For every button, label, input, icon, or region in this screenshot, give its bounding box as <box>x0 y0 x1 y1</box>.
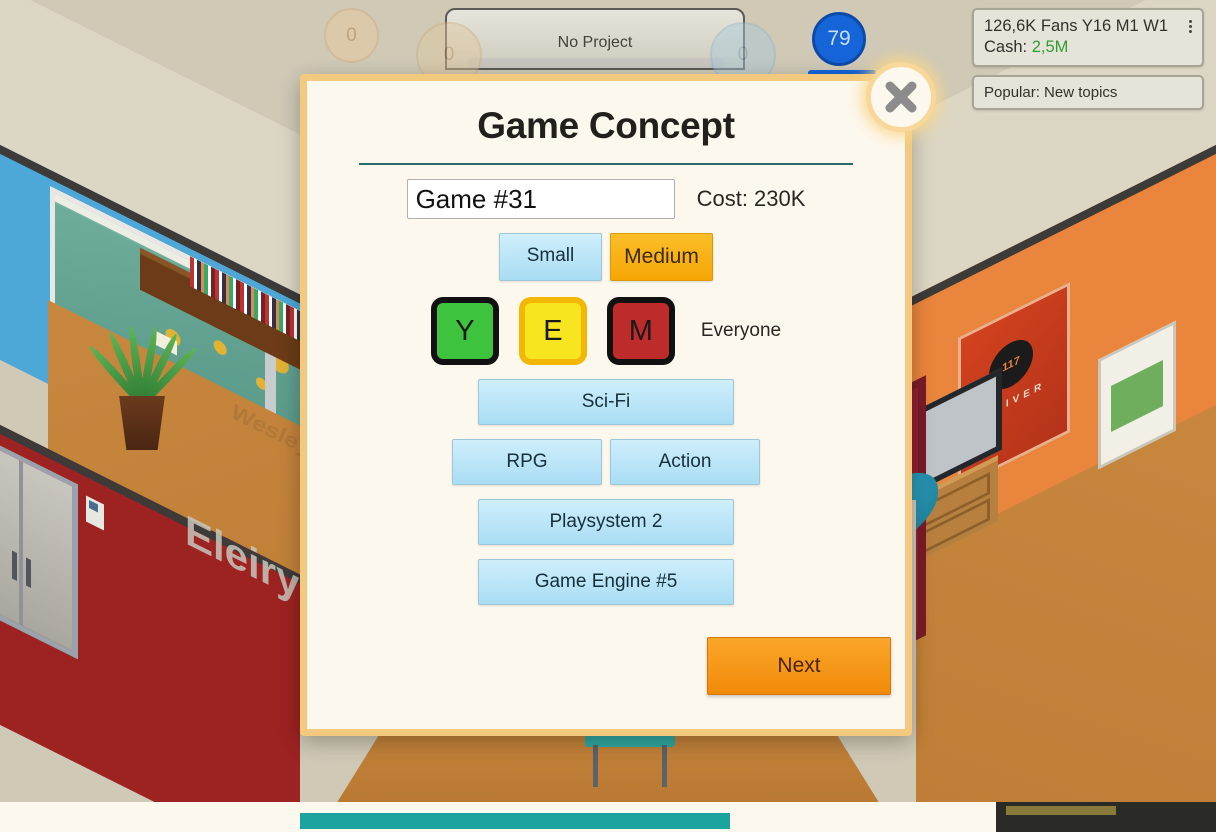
ghost-left-value: 0 <box>346 24 357 46</box>
hall-table <box>585 735 675 787</box>
size-option-medium[interactable]: Medium <box>610 233 713 281</box>
cash-line: Cash: 2,5M <box>984 38 1192 57</box>
game-concept-dialog: Game Concept Cost: 230K Small Medium Y E… <box>300 74 912 736</box>
stats-line: 126,6K Fans Y16 M1 W1 <box>984 17 1169 35</box>
close-dialog-button[interactable] <box>866 62 936 132</box>
genre-row: RPG Action <box>359 439 853 485</box>
ghost-mid-value: 0 <box>443 44 455 65</box>
potted-plant <box>86 300 200 450</box>
platform-button[interactable]: Playsystem 2 <box>478 499 734 545</box>
project-progress-bar <box>468 58 724 68</box>
score-badge-value: 79 <box>827 27 851 50</box>
name-and-cost-row: Cost: 230K <box>359 179 853 219</box>
score-badge[interactable]: 79 <box>812 12 866 66</box>
popular-line: Popular: New topics <box>984 84 1118 101</box>
cash-value: 2,5M <box>1031 38 1069 56</box>
ghost-right-value: 0 <box>737 44 749 65</box>
bottom-right-panel <box>996 802 1216 832</box>
rating-option-mature[interactable]: M <box>606 297 675 365</box>
hud-panel: 126,6K Fans Y16 M1 W1 Cash: 2,5M Popular… <box>972 8 1204 118</box>
size-option-small[interactable]: Small <box>499 233 602 281</box>
ghost-avatar-left: 0 <box>324 8 379 63</box>
game-screen: GOALS Wesley Eleiry <box>0 0 1216 832</box>
kebab-menu-icon[interactable] <box>1185 20 1192 33</box>
engine-row: Game Engine #5 <box>359 559 853 605</box>
platform-row: Playsystem 2 <box>359 499 853 545</box>
bottom-teal-object <box>300 813 730 829</box>
rating-option-young[interactable]: Y <box>430 297 499 365</box>
stats-box: 126,6K Fans Y16 M1 W1 Cash: 2,5M <box>972 8 1204 67</box>
age-rating-row: Y E M Everyone <box>359 297 853 365</box>
rating-option-everyone[interactable]: E <box>518 297 587 365</box>
engine-button[interactable]: Game Engine #5 <box>478 559 734 605</box>
cash-label: Cash: <box>984 38 1028 56</box>
next-button[interactable]: Next <box>707 637 891 695</box>
rating-name-label: Everyone <box>700 320 782 341</box>
game-name-input[interactable] <box>406 179 675 219</box>
close-x-icon <box>885 81 917 113</box>
genre-button-primary[interactable]: RPG <box>452 439 602 485</box>
genre-button-secondary[interactable]: Action <box>610 439 760 485</box>
size-options-row: Small Medium <box>359 233 853 281</box>
cost-label: Cost: 230K <box>696 186 806 211</box>
next-button-wrap: Next <box>707 637 891 695</box>
project-banner-label: No Project <box>557 34 633 51</box>
title-divider <box>359 163 853 165</box>
popular-box[interactable]: Popular: New topics <box>972 75 1204 110</box>
topic-row: Sci-Fi <box>359 379 853 425</box>
dialog-title: Game Concept <box>477 105 735 146</box>
topic-button[interactable]: Sci-Fi <box>478 379 734 425</box>
